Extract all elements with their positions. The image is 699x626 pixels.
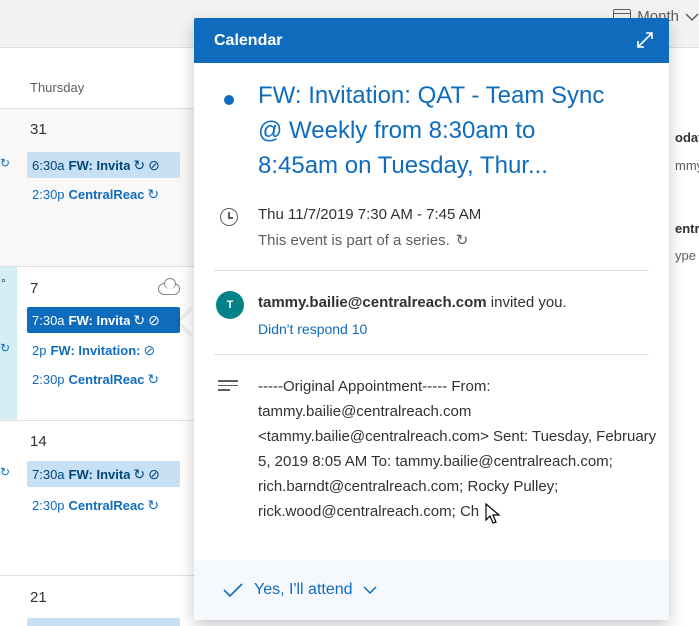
right-fragment: entra bbox=[675, 221, 699, 236]
right-fragment: odat bbox=[675, 130, 699, 145]
calendar-event[interactable]: 2p FW: Invitation: ⊘ bbox=[27, 337, 180, 363]
notes-icon bbox=[218, 380, 238, 392]
clock-icon bbox=[220, 208, 238, 226]
calendar-event-selected[interactable]: 7:30a FW: Invita ↻ ⊘ bbox=[27, 307, 180, 333]
repeat-icon: ↻ bbox=[0, 341, 11, 355]
event-time: 7:30a bbox=[32, 312, 65, 328]
event-time: 2p bbox=[32, 342, 47, 358]
grid-line bbox=[0, 575, 195, 576]
repeat-icon: ↻ bbox=[133, 156, 146, 173]
right-fragment: mmy bbox=[675, 158, 699, 173]
rsvp-button[interactable]: Yes, I'll attend bbox=[194, 560, 669, 620]
event-time: 2:30p bbox=[32, 497, 65, 513]
event-subject: FW: Invita bbox=[68, 157, 131, 173]
day-header-thursday: Thursday bbox=[30, 80, 85, 95]
paperclip-icon: ⊘ bbox=[143, 341, 156, 358]
response-status-link[interactable]: Didn't respond 10 bbox=[258, 321, 367, 337]
day-number: 21 bbox=[30, 589, 47, 606]
event-time: 6:30a bbox=[32, 157, 65, 173]
event-subject: CentralReac bbox=[68, 497, 145, 513]
event-time: 2:30p bbox=[32, 371, 65, 387]
cursor-icon bbox=[485, 503, 501, 524]
event-time: 7:30a bbox=[32, 466, 65, 482]
calendar-event[interactable]: 6:30a FW: Invita ↻ ⊘ bbox=[27, 152, 180, 178]
repeat-icon: ↻ bbox=[147, 496, 160, 513]
avatar: T bbox=[216, 291, 244, 319]
event-time: 2:30p bbox=[32, 186, 65, 202]
rsvp-label: Yes, I'll attend bbox=[254, 581, 353, 598]
left-fragment: ° bbox=[1, 276, 6, 290]
calendar-event[interactable] bbox=[27, 618, 180, 626]
expand-icon[interactable] bbox=[635, 30, 655, 50]
event-title[interactable]: FW: Invitation: QAT - Team Sync @ Weekly… bbox=[258, 78, 618, 183]
divider bbox=[214, 270, 649, 271]
event-subject: CentralReac bbox=[68, 186, 145, 202]
event-body: -----Original Appointment----- From: tam… bbox=[258, 378, 657, 520]
event-subject: FW: Invitation: bbox=[50, 342, 141, 358]
repeat-icon: ↻ bbox=[0, 465, 11, 479]
repeat-icon: ↻ bbox=[0, 156, 11, 170]
event-datetime: Thu 11/7/2019 7:30 AM - 7:45 AM bbox=[258, 206, 482, 223]
event-subject: FW: Invita bbox=[68, 466, 131, 482]
popup-header-title: Calendar bbox=[214, 31, 283, 49]
series-note-text: This event is part of a series. bbox=[258, 231, 450, 249]
popup-header: Calendar bbox=[194, 18, 669, 63]
chevron-down-icon bbox=[685, 12, 699, 21]
series-note: This event is part of a series. ↻ bbox=[258, 231, 469, 250]
repeat-icon: ↻ bbox=[455, 232, 469, 249]
paperclip-icon: ⊘ bbox=[148, 465, 160, 482]
event-subject: FW: Invita bbox=[68, 312, 131, 328]
chevron-down-icon[interactable] bbox=[363, 585, 377, 595]
day-number: 14 bbox=[30, 433, 47, 450]
day-number: 7 bbox=[30, 280, 39, 297]
calendar-event[interactable]: 7:30a FW: Invita ↻ ⊘ bbox=[27, 461, 180, 487]
invited-suffix: invited you. bbox=[490, 294, 567, 311]
paperclip-icon: ⊘ bbox=[148, 311, 160, 328]
event-color-dot bbox=[224, 95, 234, 105]
repeat-icon: ↻ bbox=[147, 370, 160, 387]
calendar-event[interactable]: 2:30p CentralReac ↻ bbox=[27, 492, 180, 518]
divider bbox=[214, 354, 649, 355]
organizer-line: tammy.bailie@centralreach.com invited yo… bbox=[258, 294, 567, 311]
repeat-icon: ↻ bbox=[147, 185, 160, 202]
repeat-icon: ↻ bbox=[133, 311, 146, 328]
day-number: 31 bbox=[30, 121, 47, 138]
cloud-icon bbox=[158, 278, 180, 295]
checkmark-icon bbox=[223, 583, 243, 598]
calendar-event[interactable]: 2:30p CentralReac ↻ bbox=[27, 181, 180, 207]
paperclip-icon: ⊘ bbox=[148, 156, 160, 173]
repeat-icon: ↻ bbox=[133, 465, 146, 482]
event-subject: CentralReac bbox=[68, 371, 145, 387]
right-fragment: ype - bbox=[675, 248, 699, 263]
calendar-event[interactable]: 2:30p CentralReac ↻ bbox=[27, 366, 180, 392]
organizer-email[interactable]: tammy.bailie@centralreach.com bbox=[258, 294, 487, 311]
event-peek-popup: Calendar FW: Invitation: QAT - Team Sync… bbox=[194, 18, 669, 620]
